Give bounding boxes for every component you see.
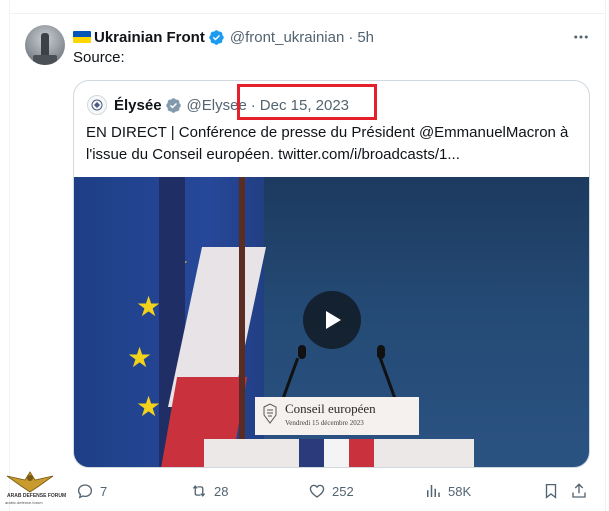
reply-count: 7 (100, 483, 108, 499)
video-thumbnail[interactable]: ★ ★ ★ ★ Conseil européen Vendredi 15 déc… (74, 177, 589, 467)
podium-flag-blue (299, 439, 324, 467)
elysee-emblem-icon (91, 99, 103, 111)
quoted-tweet-card[interactable]: Élysée @Elysee · Dec 15, 2023 EN DIRECT … (73, 80, 590, 468)
views-count: 58K (448, 483, 472, 499)
reply-icon (77, 484, 93, 499)
heart-icon (309, 484, 325, 498)
council-logo-icon (263, 403, 277, 424)
podium-flag-white (324, 439, 349, 467)
more-horizontal-icon (574, 35, 588, 39)
verified-gray-badge-icon (165, 97, 181, 113)
date-highlight-annotation (237, 84, 377, 120)
watermark-line2: arabic.defence.forum (5, 500, 43, 505)
tweet-action-bar: 7 28 252 58K (73, 480, 593, 502)
header-separator: · (348, 28, 354, 46)
bookmark-icon (545, 483, 557, 499)
share-icon (572, 483, 586, 498)
forum-watermark: ARAB DEFENSE FORUM arabic.defence.forum (0, 466, 66, 511)
tweet-text: Source: (73, 49, 125, 66)
repost-count: 28 (214, 483, 229, 499)
verified-badge-icon (209, 29, 224, 45)
podium-sign: Conseil européen Vendredi 15 décembre 20… (255, 397, 419, 435)
like-count: 252 (332, 483, 354, 499)
quoted-author-avatar[interactable] (87, 95, 107, 115)
microphone-stand-right (378, 357, 397, 399)
microphone-left (298, 345, 306, 359)
repost-icon (192, 485, 206, 497)
author-name[interactable]: Ukrainian Front (94, 29, 205, 46)
quoted-tweet-text: EN DIRECT | Conférence de presse du Prés… (86, 124, 569, 163)
share-button[interactable] (570, 480, 594, 502)
ukraine-flag-icon (73, 31, 91, 43)
play-button[interactable] (303, 291, 361, 349)
avatar-statue-base (33, 55, 57, 65)
author-handle[interactable]: @front_ukrainian (230, 29, 344, 46)
tweet-header: Ukrainian Front @front_ukrainian · 5h (73, 27, 374, 47)
microphone-stand-left (281, 357, 300, 399)
author-avatar[interactable] (25, 25, 65, 65)
podium-flag-red (349, 439, 374, 467)
tweet-timestamp[interactable]: 5h (357, 29, 374, 46)
play-icon (326, 311, 341, 329)
repost-button[interactable]: 28 (190, 480, 228, 502)
sign-title: Conseil européen (285, 401, 376, 416)
watermark-line1: ARAB DEFENSE FORUM (7, 493, 67, 499)
bookmark-button[interactable] (542, 480, 566, 502)
french-flag (159, 177, 267, 467)
eu-star: ★ (136, 291, 162, 322)
timeline-left-border (9, 0, 10, 511)
eu-star: ★ (136, 391, 162, 422)
eu-star: ★ (127, 342, 153, 373)
flag-pole (239, 177, 245, 467)
views-button[interactable]: 58K (424, 480, 471, 502)
bar-chart-icon (427, 485, 440, 497)
quoted-author-name[interactable]: Élysée (114, 97, 162, 114)
podium (204, 439, 474, 467)
timeline-right-border (605, 0, 606, 511)
eagle-emblem-icon (6, 471, 54, 493)
more-options-button[interactable] (570, 26, 592, 48)
like-button[interactable]: 252 (308, 480, 354, 502)
microphone-right (377, 345, 385, 359)
sign-subtitle: Vendredi 15 décembre 2023 (285, 419, 364, 427)
tweet-top-divider (9, 13, 605, 14)
reply-button[interactable]: 7 (76, 480, 107, 502)
